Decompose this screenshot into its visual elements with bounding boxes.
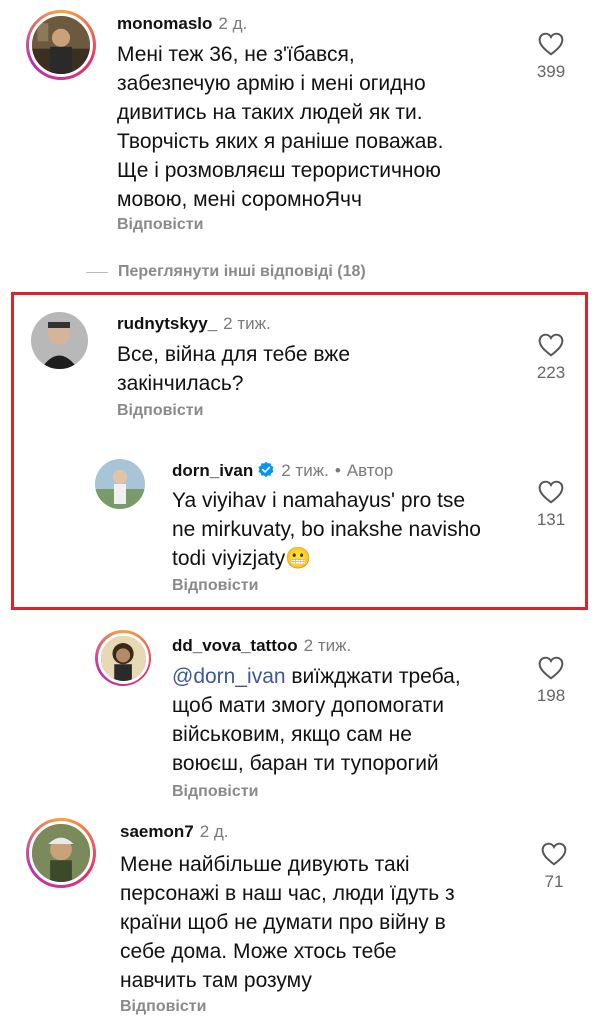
divider — [86, 272, 108, 273]
like-button[interactable]: 71 — [524, 842, 584, 892]
reply-button[interactable]: Відповісти — [120, 998, 206, 1016]
comment-text: @dorn_ivan виїжджати треба, щоб мати змо… — [172, 665, 461, 775]
username[interactable]: dorn_ivan — [172, 461, 253, 480]
like-button[interactable]: 198 — [521, 656, 581, 706]
comment-time: 2 д. — [218, 14, 248, 33]
comment-text: Ya viyihav i namahayus' pro tse ne mirku… — [172, 489, 481, 570]
avatar[interactable] — [26, 818, 96, 888]
reply-button[interactable]: Відповісти — [172, 577, 258, 595]
comment-time: 2 тиж. — [223, 314, 271, 333]
comment-text: Мені теж 36, не з'їбався, забезпечую арм… — [117, 43, 444, 211]
heart-outline-icon — [541, 842, 567, 866]
reply-button[interactable]: Відповісти — [117, 216, 203, 234]
like-button[interactable]: 131 — [521, 480, 581, 530]
comment-time: 2 тиж. — [281, 461, 329, 480]
avatar[interactable] — [95, 459, 145, 509]
mention-link[interactable]: @dorn_ivan — [172, 665, 286, 688]
reply-button[interactable]: Відповісти — [172, 783, 258, 801]
avatar[interactable] — [26, 10, 96, 80]
verified-badge-icon — [257, 461, 275, 484]
username[interactable]: saemon7 — [120, 822, 194, 841]
avatar[interactable] — [95, 630, 151, 686]
like-count: 399 — [536, 62, 566, 81]
comment-text: Все, війна для тебе вже закінчилась? — [117, 343, 351, 395]
username[interactable]: dd_vova_tattoo — [172, 636, 298, 655]
like-count: 71 — [544, 872, 564, 891]
reply-button[interactable]: Відповісти — [117, 402, 203, 420]
heart-outline-icon — [538, 32, 564, 56]
heart-outline-icon — [538, 480, 564, 504]
like-count: 223 — [536, 363, 566, 382]
like-count: 131 — [536, 510, 566, 529]
like-button[interactable]: 223 — [521, 333, 581, 383]
like-count: 198 — [536, 686, 566, 705]
comment-time: 2 тиж. — [303, 636, 352, 655]
view-more-replies[interactable]: Переглянути інші відповіді (18) — [118, 263, 366, 281]
heart-outline-icon — [538, 333, 564, 357]
separator: • — [334, 461, 341, 480]
heart-outline-icon — [538, 656, 564, 680]
comment-time: 2 д. — [199, 822, 229, 841]
avatar[interactable] — [31, 312, 88, 369]
username[interactable]: monomaslo — [117, 14, 212, 33]
like-button[interactable]: 399 — [521, 32, 581, 82]
comment-text: Мене найбільше дивують такі персонажі в … — [120, 853, 455, 992]
username[interactable]: rudnytskyy_ — [117, 314, 217, 333]
author-label: Автор — [346, 461, 394, 480]
